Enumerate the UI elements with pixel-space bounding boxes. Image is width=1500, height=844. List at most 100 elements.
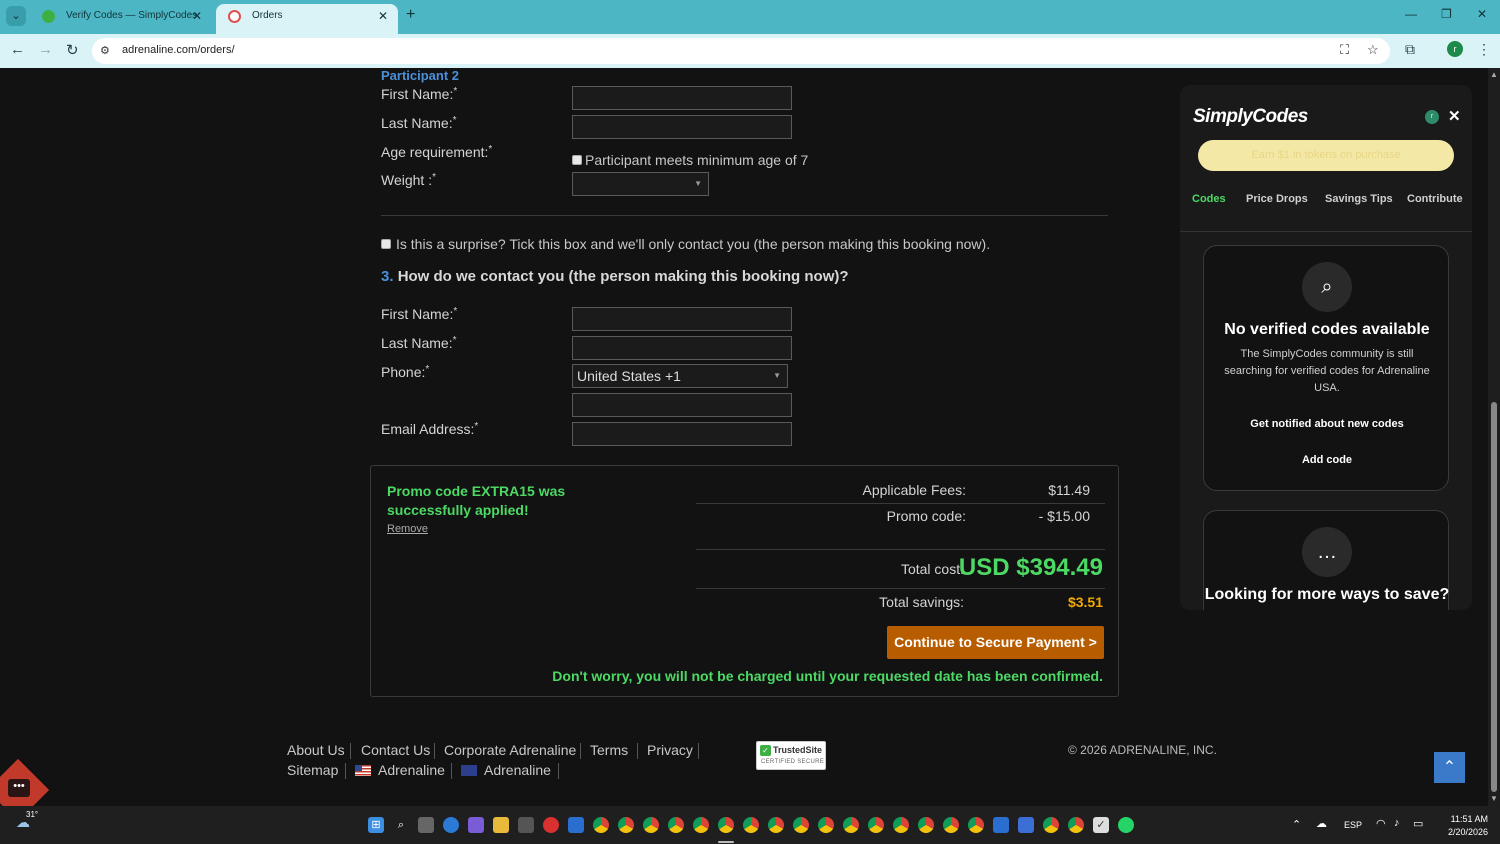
chrome-icon[interactable] bbox=[718, 817, 734, 833]
shield-icon[interactable] bbox=[568, 817, 584, 833]
tab-verify-codes[interactable]: Verify Codes — SimplyCodes ✕ bbox=[30, 4, 212, 34]
tab-orders[interactable]: Orders ✕ bbox=[216, 4, 398, 34]
windows-start-icon[interactable]: ⊞ bbox=[368, 817, 384, 833]
footer-link-about[interactable]: About Us bbox=[287, 742, 345, 758]
chrome-icon[interactable] bbox=[818, 817, 834, 833]
email-input[interactable] bbox=[572, 422, 792, 446]
close-icon[interactable]: ✕ bbox=[1448, 107, 1461, 125]
back-icon[interactable]: ← bbox=[10, 41, 25, 58]
battery-icon[interactable]: ▭ bbox=[1413, 817, 1423, 830]
chrome-icon[interactable] bbox=[1043, 817, 1059, 833]
trustedsite-badge[interactable]: ✓ TrustedSite CERTIFIED SECURE bbox=[756, 741, 826, 770]
new-tab-icon[interactable]: + bbox=[406, 6, 415, 24]
p2-first-name-label: First Name:* bbox=[381, 86, 458, 102]
notes-icon[interactable] bbox=[1018, 817, 1034, 833]
profile-avatar[interactable]: r bbox=[1447, 41, 1463, 57]
footer-link-contact[interactable]: Contact Us bbox=[361, 742, 430, 758]
scroll-up-icon[interactable]: ▲ bbox=[1490, 70, 1498, 79]
get-notified-button[interactable]: Get notified about new codes bbox=[1204, 418, 1450, 430]
translate-icon[interactable]: ⛶ bbox=[1340, 42, 1349, 58]
forward-icon[interactable]: → bbox=[38, 41, 53, 58]
extensions-icon[interactable]: ⧉ bbox=[1405, 41, 1415, 58]
remove-promo-link[interactable]: Remove bbox=[387, 523, 428, 535]
scroll-thumb[interactable] bbox=[1491, 402, 1497, 792]
continue-payment-button[interactable]: Continue to Secure Payment > bbox=[887, 626, 1104, 659]
chrome-icon[interactable] bbox=[1068, 817, 1084, 833]
chrome-icon[interactable] bbox=[743, 817, 759, 833]
chrome-icon[interactable] bbox=[793, 817, 809, 833]
chrome-icon[interactable] bbox=[893, 817, 909, 833]
chrome-icon[interactable] bbox=[693, 817, 709, 833]
bookmark-star-icon[interactable]: ☆ bbox=[1367, 42, 1379, 58]
store-icon[interactable] bbox=[518, 817, 534, 833]
menu-icon[interactable]: ⋮ bbox=[1477, 41, 1491, 58]
age-checkbox[interactable] bbox=[572, 155, 582, 165]
minimize-icon[interactable]: — bbox=[1405, 7, 1417, 21]
p2-first-name-input[interactable] bbox=[572, 86, 792, 110]
surprise-checkbox[interactable] bbox=[381, 239, 391, 249]
tab-search-button[interactable]: ⌄ bbox=[6, 6, 26, 26]
scroll-down-icon[interactable]: ▼ bbox=[1490, 794, 1498, 803]
footer-link-sitemap[interactable]: Sitemap bbox=[287, 762, 338, 778]
footer-link-adrenaline-us[interactable]: Adrenaline bbox=[378, 762, 445, 778]
taskbar: ☁ 31° ⊞ ⌕ ✓ ⌃ ☁ ESP ◠ ♪ ▭ 11:51 AM 2/20/… bbox=[0, 806, 1500, 844]
chrome-icon[interactable] bbox=[643, 817, 659, 833]
search-icon[interactable]: ⌕ bbox=[393, 817, 409, 833]
chrome-icon[interactable] bbox=[593, 817, 609, 833]
chrome-icon[interactable] bbox=[618, 817, 634, 833]
footer-link-terms[interactable]: Terms bbox=[590, 742, 628, 758]
whatsapp-icon[interactable] bbox=[1118, 817, 1134, 833]
sc-tab-codes[interactable]: Codes bbox=[1192, 193, 1226, 205]
close-tab-icon[interactable]: ✕ bbox=[378, 4, 388, 28]
chrome-icon[interactable] bbox=[868, 817, 884, 833]
chrome-icon[interactable] bbox=[968, 817, 984, 833]
close-window-icon[interactable]: ✕ bbox=[1477, 7, 1487, 21]
sc-tab-price-drops[interactable]: Price Drops bbox=[1246, 193, 1308, 205]
simplycodes-favicon bbox=[42, 10, 55, 23]
sc-tab-contribute[interactable]: Contribute bbox=[1407, 193, 1463, 205]
chrome-icon[interactable] bbox=[918, 817, 934, 833]
site-info-icon[interactable]: ⚙ bbox=[100, 44, 114, 58]
earn-tokens-banner[interactable]: Earn $1 in tokens on purchase bbox=[1198, 140, 1454, 171]
chrome-icon[interactable] bbox=[943, 817, 959, 833]
scroll-to-top-button[interactable]: ⌃ bbox=[1434, 752, 1465, 783]
edge-icon[interactable] bbox=[443, 817, 459, 833]
checklist-icon[interactable]: ✓ bbox=[1093, 817, 1109, 833]
footer-link-privacy[interactable]: Privacy bbox=[647, 742, 693, 758]
close-tab-icon[interactable]: ✕ bbox=[192, 4, 202, 28]
clock[interactable]: 11:51 AM 2/20/2026 bbox=[1440, 813, 1488, 839]
shield-icon[interactable] bbox=[993, 817, 1009, 833]
task-view-icon[interactable] bbox=[418, 817, 434, 833]
wifi-icon[interactable]: ◠ bbox=[1376, 817, 1386, 830]
weight-select[interactable]: ▼ bbox=[572, 172, 709, 196]
footer-link-adrenaline-au[interactable]: Adrenaline bbox=[484, 762, 551, 778]
chat-icon[interactable]: ••• bbox=[8, 779, 30, 797]
phone-input[interactable] bbox=[572, 393, 792, 417]
volume-icon[interactable]: ♪ bbox=[1394, 817, 1400, 829]
phone-country-select[interactable]: United States +1 ▼ bbox=[572, 364, 788, 388]
section-3-heading: 3. How do we contact you (the person mak… bbox=[381, 268, 849, 285]
last-name-input[interactable] bbox=[572, 336, 792, 360]
language-indicator[interactable]: ESP bbox=[1344, 820, 1362, 830]
chrome-icon[interactable] bbox=[843, 817, 859, 833]
copilot-icon[interactable] bbox=[468, 817, 484, 833]
add-code-button[interactable]: Add code bbox=[1204, 454, 1450, 466]
divider bbox=[558, 763, 559, 779]
page-scrollbar[interactable]: ▲ ▼ bbox=[1488, 68, 1500, 806]
cloud-icon[interactable]: ☁ bbox=[1316, 817, 1327, 830]
chrome-icon[interactable] bbox=[668, 817, 684, 833]
restore-icon[interactable]: ❐ bbox=[1441, 7, 1452, 21]
opera-icon[interactable] bbox=[543, 817, 559, 833]
address-bar[interactable]: ⚙ adrenaline.com/orders/ ⛶ ☆ bbox=[92, 38, 1390, 64]
avatar[interactable]: r bbox=[1425, 110, 1439, 124]
p2-last-name-input[interactable] bbox=[572, 115, 792, 139]
chrome-icon[interactable] bbox=[768, 817, 784, 833]
footer-link-corporate[interactable]: Corporate Adrenaline bbox=[444, 742, 576, 758]
first-name-input[interactable] bbox=[572, 307, 792, 331]
sc-tab-savings-tips[interactable]: Savings Tips bbox=[1325, 193, 1393, 205]
file-explorer-icon[interactable] bbox=[493, 817, 509, 833]
us-flag-icon bbox=[355, 765, 371, 776]
reload-icon[interactable]: ↻ bbox=[66, 41, 79, 59]
divider bbox=[696, 588, 1105, 589]
chevron-up-icon[interactable]: ⌃ bbox=[1292, 818, 1301, 831]
